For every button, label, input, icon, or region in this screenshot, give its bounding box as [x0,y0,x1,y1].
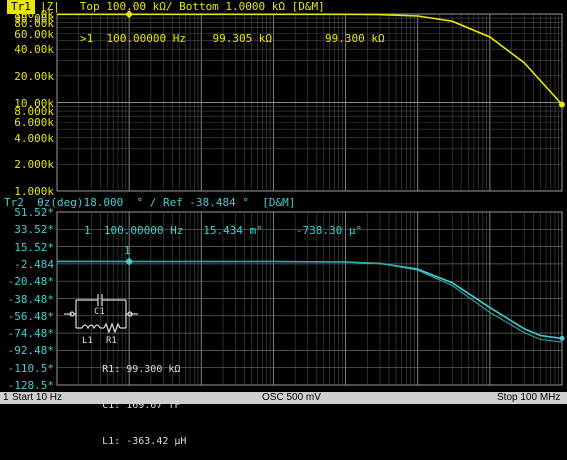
param-value: -363.42 [126,436,169,447]
c1-label: C1 [94,307,105,317]
trace2-marker-1 [125,257,134,266]
trace2-marker-label: 1 [124,244,131,257]
trace1-end-point [559,101,565,108]
circuit-symbol [64,294,138,334]
param-name: L1: [102,436,121,447]
start-frequency[interactable]: Start 10 Hz [12,392,62,404]
param-unit: µH [174,436,187,447]
channel-indicator[interactable]: 1 [3,392,9,404]
l1-label: L1 [82,336,93,346]
trace2-marker-readout: 1 100.00000 Hz 15.434 m° -738.30 µ° [84,224,363,237]
circuit-params: R1: 99.300 kΩ C1: 169.67 fF L1: -363.42 … [66,352,186,460]
trace2-end-point [559,335,565,341]
equivalent-circuit-diagram: C1 L1 R1 [62,292,142,350]
param-name: R1: [102,364,121,375]
stop-frequency[interactable]: Stop 100 MHz [497,392,560,404]
status-bar: 1 Start 10 Hz OSC 500 mV Stop 100 MHz [0,392,567,404]
analyzer-screen: Tr1 |Z| Top 100.00 kΩ/ Bottom 1.0000 kΩ … [0,0,567,447]
oscillator-level[interactable]: OSC 500 mV [262,392,321,404]
trace1-marker-readout: >1 100.00000 Hz 99.305 kΩ 99.300 kΩ [80,32,385,45]
param-row-r1: R1: 99.300 kΩ [66,352,186,388]
param-row-l1: L1: -363.42 µH [66,424,186,460]
param-unit: kΩ [168,364,181,375]
param-value: 99.300 [126,364,163,375]
trace1-marker-1 [125,10,134,19]
r1-label: R1 [106,336,117,346]
